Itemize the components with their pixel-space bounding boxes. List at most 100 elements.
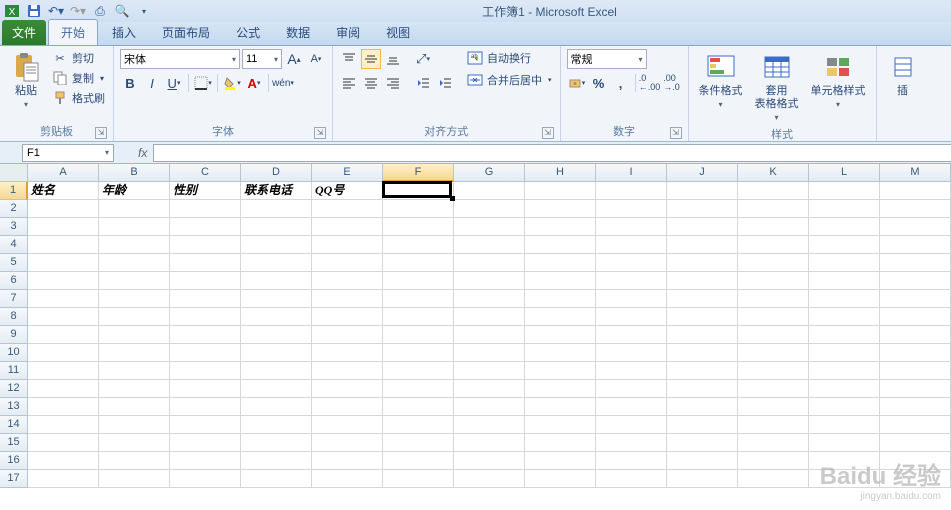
row-header[interactable]: 13 (0, 398, 28, 416)
cell[interactable] (738, 416, 809, 434)
preview-icon[interactable]: 🔍 (114, 3, 130, 19)
cell[interactable] (738, 200, 809, 218)
column-header[interactable]: A (28, 164, 99, 182)
tab-file[interactable]: 文件 (2, 20, 46, 45)
launcher-icon[interactable]: ⇲ (542, 127, 554, 139)
tab-insert[interactable]: 插入 (100, 20, 148, 45)
merge-center-button[interactable]: 合并后居中▾ (465, 71, 554, 89)
cell[interactable] (454, 380, 525, 398)
percent-button[interactable]: % (589, 73, 609, 93)
border-button[interactable]: ▾ (193, 73, 213, 93)
row-header[interactable]: 17 (0, 470, 28, 488)
cell[interactable] (241, 416, 312, 434)
cell[interactable] (99, 272, 170, 290)
cell[interactable] (312, 416, 383, 434)
cell[interactable] (454, 200, 525, 218)
cell[interactable] (28, 470, 99, 488)
cell[interactable] (170, 398, 241, 416)
cell[interactable] (28, 416, 99, 434)
launcher-icon[interactable]: ⇲ (95, 127, 107, 139)
cell[interactable] (241, 308, 312, 326)
cell[interactable] (241, 344, 312, 362)
cell[interactable] (312, 326, 383, 344)
tab-view[interactable]: 视图 (374, 20, 422, 45)
cell[interactable] (525, 434, 596, 452)
cell[interactable] (454, 434, 525, 452)
cell[interactable] (99, 254, 170, 272)
cell[interactable] (596, 416, 667, 434)
qat-dropdown-icon[interactable]: ▾ (136, 3, 152, 19)
cell[interactable] (596, 470, 667, 488)
cell[interactable] (880, 380, 951, 398)
paste-button[interactable]: 粘贴 ▾ (6, 49, 46, 111)
cell[interactable] (312, 218, 383, 236)
cell[interactable] (596, 398, 667, 416)
tab-formula[interactable]: 公式 (224, 20, 272, 45)
conditional-format-button[interactable]: 条件格式▾ (695, 49, 747, 111)
cell[interactable]: 性别 (170, 182, 241, 200)
cell[interactable] (312, 434, 383, 452)
align-top-button[interactable] (339, 49, 359, 69)
redo-icon[interactable]: ↷▾ (70, 3, 86, 19)
cell[interactable] (241, 272, 312, 290)
fill-handle[interactable] (450, 196, 455, 201)
cell[interactable] (525, 362, 596, 380)
indent-decrease-button[interactable] (413, 73, 433, 93)
cell[interactable] (809, 254, 880, 272)
cell[interactable] (809, 452, 880, 470)
cell[interactable] (880, 200, 951, 218)
cell[interactable] (596, 290, 667, 308)
cell[interactable] (28, 236, 99, 254)
cell[interactable] (809, 362, 880, 380)
column-header[interactable]: H (525, 164, 596, 182)
cell[interactable] (525, 200, 596, 218)
cell[interactable] (383, 308, 454, 326)
cell[interactable] (99, 434, 170, 452)
row-header[interactable]: 6 (0, 272, 28, 290)
cell[interactable] (738, 182, 809, 200)
cell[interactable] (880, 236, 951, 254)
cell[interactable] (880, 416, 951, 434)
cell[interactable] (667, 182, 738, 200)
cell[interactable] (312, 308, 383, 326)
cell[interactable] (99, 398, 170, 416)
cell[interactable] (809, 236, 880, 254)
cell[interactable] (738, 326, 809, 344)
cell[interactable] (809, 182, 880, 200)
bold-button[interactable]: B (120, 73, 140, 93)
tab-data[interactable]: 数据 (274, 20, 322, 45)
cell[interactable] (738, 452, 809, 470)
formula-input[interactable] (153, 144, 951, 162)
cell[interactable] (28, 290, 99, 308)
cut-button[interactable]: ✂剪切 (50, 49, 107, 67)
cell[interactable] (880, 308, 951, 326)
cell[interactable] (383, 434, 454, 452)
cell[interactable] (170, 326, 241, 344)
cell[interactable] (667, 362, 738, 380)
cell[interactable] (667, 416, 738, 434)
cell[interactable] (99, 218, 170, 236)
cell[interactable] (241, 236, 312, 254)
cell[interactable] (383, 416, 454, 434)
cell[interactable] (170, 434, 241, 452)
cell[interactable] (28, 452, 99, 470)
cell[interactable] (880, 470, 951, 488)
cell[interactable] (170, 470, 241, 488)
cell[interactable] (525, 218, 596, 236)
cell[interactable] (667, 254, 738, 272)
cell[interactable] (880, 290, 951, 308)
cell[interactable] (99, 308, 170, 326)
cell[interactable] (312, 290, 383, 308)
cell[interactable] (809, 380, 880, 398)
cell[interactable] (454, 452, 525, 470)
column-header[interactable]: F (383, 164, 454, 182)
cell[interactable] (383, 200, 454, 218)
cell[interactable] (99, 236, 170, 254)
cell[interactable] (241, 470, 312, 488)
cell[interactable] (525, 272, 596, 290)
column-header[interactable]: J (667, 164, 738, 182)
cell[interactable] (28, 344, 99, 362)
cell[interactable] (28, 362, 99, 380)
row-header[interactable]: 8 (0, 308, 28, 326)
cell[interactable] (525, 416, 596, 434)
